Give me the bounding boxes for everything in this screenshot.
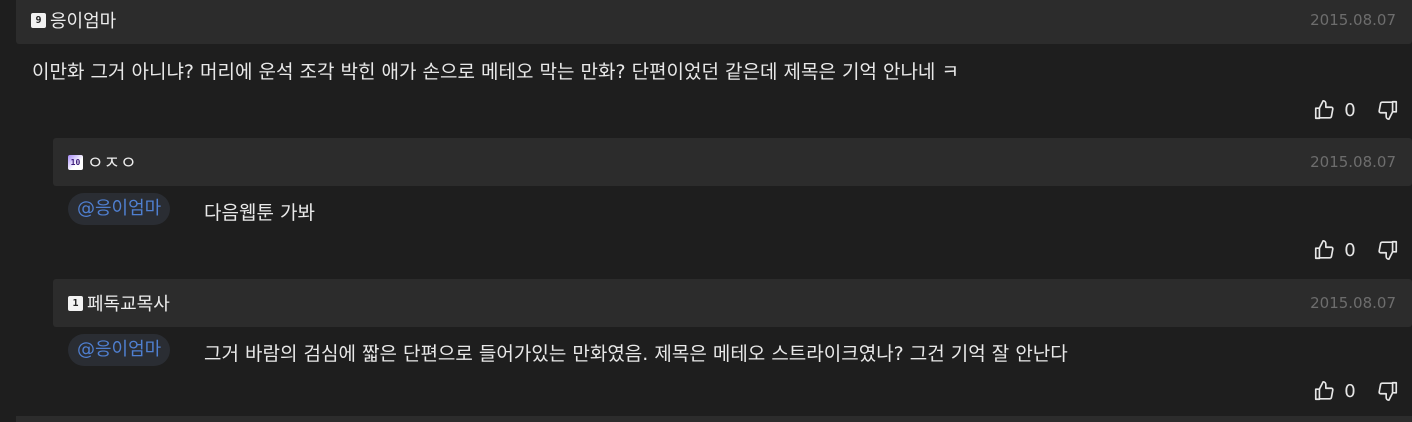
comment-text: 다음웹툰 가봐 — [204, 202, 315, 224]
level-badge-icon: 10 — [68, 154, 83, 170]
comment-date: 2015.08.07 — [1310, 153, 1396, 171]
author[interactable]: 9 응이엄마 — [31, 7, 116, 33]
like-count: 0 — [1344, 99, 1356, 121]
mention-tag[interactable]: @응이엄마 — [68, 334, 171, 366]
like-count: 0 — [1344, 380, 1356, 402]
vote-controls: 0 — [1312, 237, 1400, 263]
comment-header: 9 응이엄마 2015.08.07 — [16, 0, 1412, 44]
author[interactable]: 1 페독교목사 — [68, 290, 170, 316]
comment-text: 이만화 그거 아니냐? 머리에 운석 조각 박힌 애가 손으로 메테오 막는 만… — [32, 61, 959, 83]
comment-thread: 9 응이엄마 2015.08.07 이만화 그거 아니냐? 머리에 운석 조각 … — [0, 0, 1412, 422]
author-name[interactable]: 페독교목사 — [87, 290, 170, 316]
comment-date: 2015.08.07 — [1310, 294, 1396, 312]
vote-controls: 0 — [1312, 97, 1400, 123]
like-count: 0 — [1344, 239, 1356, 261]
author[interactable]: 10 ㅇㅈㅇ — [68, 149, 137, 175]
thumbs-up-icon[interactable] — [1312, 379, 1336, 403]
thumbs-down-icon[interactable] — [1376, 379, 1400, 403]
mention-tag[interactable]: @응이엄마 — [68, 193, 171, 225]
reply-header: 10 ㅇㅈㅇ 2015.08.07 — [53, 138, 1412, 186]
author-name[interactable]: 응이엄마 — [50, 7, 116, 33]
next-comment-edge — [16, 416, 1412, 422]
reply-header: 1 페독교목사 2015.08.07 — [53, 279, 1412, 327]
thumbs-up-icon[interactable] — [1312, 238, 1336, 262]
level-badge-icon: 9 — [31, 12, 46, 28]
author-name[interactable]: ㅇㅈㅇ — [87, 149, 137, 175]
thumbs-up-icon[interactable] — [1312, 98, 1336, 122]
thumbs-down-icon[interactable] — [1376, 238, 1400, 262]
vote-controls: 0 — [1312, 378, 1400, 404]
level-badge-icon: 1 — [68, 295, 83, 311]
comment-text: 그거 바람의 검심에 짧은 단편으로 들어가있는 만화였음. 제목은 메테오 스… — [204, 343, 1068, 365]
thumbs-down-icon[interactable] — [1376, 98, 1400, 122]
comment-date: 2015.08.07 — [1310, 11, 1396, 29]
